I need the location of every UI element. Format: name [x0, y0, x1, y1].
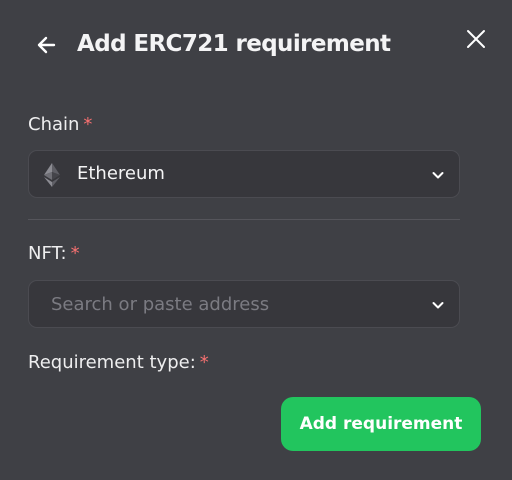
- requirement-type-label: Requirement type: *: [28, 351, 209, 375]
- back-button[interactable]: [32, 30, 62, 60]
- add-requirement-modal: Add ERC721 requirement Chain* Ethereum: [0, 0, 512, 480]
- nft-search-input[interactable]: [51, 281, 421, 327]
- chevron-down-icon[interactable]: [431, 298, 445, 312]
- modal-header: Add ERC721 requirement: [0, 0, 512, 90]
- required-marker: *: [70, 243, 80, 264]
- close-icon: [464, 27, 488, 51]
- requirement-type-label-text: Requirement type:: [28, 352, 196, 373]
- divider: [28, 219, 460, 220]
- chevron-down-icon: [431, 168, 445, 182]
- close-button[interactable]: [464, 27, 488, 51]
- arrow-left-icon: [32, 30, 62, 60]
- nft-label-text: NFT:: [28, 243, 67, 264]
- chain-select[interactable]: Ethereum: [28, 150, 460, 198]
- modal-title: Add ERC721 requirement: [77, 31, 391, 57]
- required-marker: *: [83, 114, 93, 135]
- nft-label: NFT: *: [28, 242, 80, 266]
- chain-label-text: Chain: [28, 114, 80, 135]
- ethereum-icon: [44, 163, 60, 187]
- chain-selected-value: Ethereum: [77, 163, 165, 184]
- required-marker: *: [199, 352, 209, 373]
- chain-label: Chain *: [28, 113, 92, 137]
- add-requirement-button[interactable]: Add requirement: [281, 397, 481, 451]
- nft-select[interactable]: [28, 280, 460, 328]
